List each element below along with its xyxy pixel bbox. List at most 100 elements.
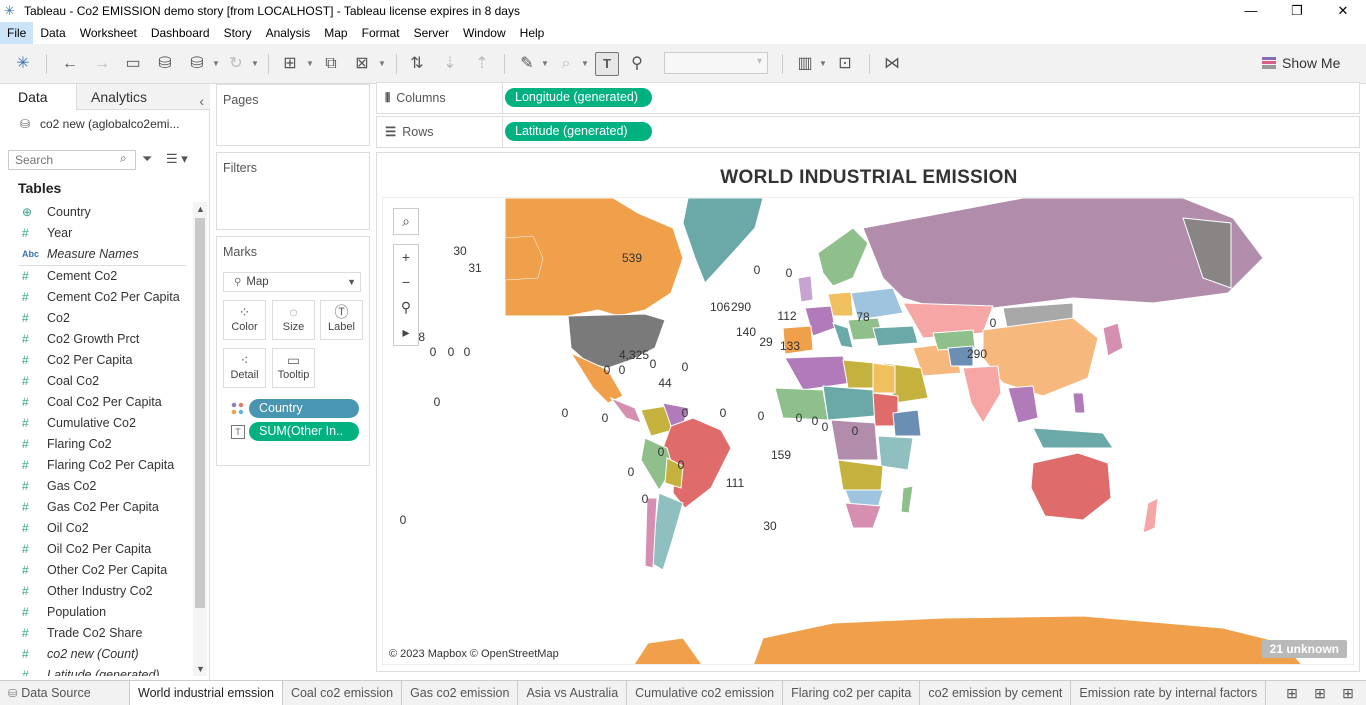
redo-icon[interactable]: → xyxy=(90,52,114,76)
unknown-indicator[interactable]: 21 unknown xyxy=(1261,640,1347,658)
chevron-down-icon[interactable]: ▼ xyxy=(211,52,221,76)
play-icon[interactable]: ▸ xyxy=(394,320,418,345)
field-item[interactable]: ⊕ Country xyxy=(0,202,192,223)
new-datasource-icon[interactable]: ⛁ xyxy=(153,52,177,76)
label-button[interactable]: Ⓣ Label xyxy=(320,300,363,340)
field-item[interactable]: # Cumulative Co2 xyxy=(0,413,192,434)
pin-icon[interactable]: ⚲ xyxy=(394,295,418,320)
search-input[interactable] xyxy=(8,150,136,170)
menu-story[interactable]: Story xyxy=(217,22,259,44)
close-button[interactable]: ✕ xyxy=(1320,0,1366,22)
field-item[interactable]: # Coal Co2 xyxy=(0,371,192,392)
field-item[interactable]: # Trade Co2 Share xyxy=(0,623,192,644)
refresh-icon[interactable]: ↻ xyxy=(224,52,248,76)
sheet-tab[interactable]: Asia vs Australia xyxy=(518,681,628,705)
chevron-down-icon[interactable]: ▼ xyxy=(818,52,828,76)
field-item[interactable]: # Oil Co2 Per Capita xyxy=(0,539,192,560)
duplicate-sheet-icon[interactable]: ⧉ xyxy=(319,52,343,76)
scroll-down-icon[interactable]: ▼ xyxy=(196,664,205,674)
pause-updates-icon[interactable]: ⛁ xyxy=(185,52,209,76)
mark-type-dropdown[interactable]: ⚲ Map ▼ xyxy=(223,272,361,292)
field-item[interactable]: # Co2 Growth Prct xyxy=(0,329,192,350)
zoom-out-icon[interactable]: − xyxy=(394,270,418,295)
map[interactable]: 082303153900106290112780140291331,014010… xyxy=(382,197,1354,665)
filter-icon[interactable]: ⏷ xyxy=(142,151,152,167)
field-item[interactable]: # Other Industry Co2 xyxy=(0,581,192,602)
save-icon[interactable]: ▭ xyxy=(121,52,145,76)
filters-card[interactable]: Filters xyxy=(216,152,370,230)
field-item[interactable]: # Gas Co2 xyxy=(0,476,192,497)
menu-map[interactable]: Map xyxy=(317,22,354,44)
longitude-pill[interactable]: Longitude (generated) xyxy=(505,88,652,107)
field-item[interactable]: # Cement Co2 Per Capita xyxy=(0,287,192,308)
field-item[interactable]: # Other Co2 Per Capita xyxy=(0,560,192,581)
presentation-mode-icon[interactable]: ⊡ xyxy=(833,52,857,76)
highlight-icon[interactable]: ✎ xyxy=(515,52,539,76)
sheet-tab[interactable]: Flaring co2 per capita xyxy=(783,681,921,705)
menu-analysis[interactable]: Analysis xyxy=(259,22,318,44)
sort-ascending-icon[interactable]: ⇣ xyxy=(438,52,462,76)
clear-sheet-icon[interactable]: ⊠ xyxy=(350,52,374,76)
field-item[interactable]: # Co2 xyxy=(0,308,192,329)
sheet-tab[interactable]: Coal co2 emission xyxy=(283,681,403,705)
chevron-down-icon[interactable]: ▼ xyxy=(305,52,315,76)
restore-button[interactable]: ❐ xyxy=(1274,0,1320,22)
collapse-pane-icon[interactable]: ‹ xyxy=(199,88,204,114)
sheet-tab[interactable]: Gas co2 emission xyxy=(402,681,519,705)
field-item[interactable]: # Oil Co2 xyxy=(0,518,192,539)
latitude-pill[interactable]: Latitude (generated) xyxy=(505,122,652,141)
new-worksheet-icon[interactable]: ⊞ xyxy=(278,52,302,76)
new-worksheet-icon[interactable]: ⊞ xyxy=(1278,681,1306,705)
tab-data[interactable]: Data xyxy=(0,84,76,110)
field-item[interactable]: # co2 new (Count) xyxy=(0,644,192,665)
menu-data[interactable]: Data xyxy=(33,22,72,44)
new-story-icon[interactable]: ⊞ xyxy=(1334,681,1362,705)
map-search-control[interactable]: ⌕ xyxy=(393,208,419,235)
menu-dashboard[interactable]: Dashboard xyxy=(144,22,217,44)
menu-file[interactable]: File xyxy=(0,22,34,44)
swap-rows-columns-icon[interactable]: ⇅ xyxy=(405,52,429,76)
show-cards-icon[interactable]: ▥ xyxy=(793,52,817,76)
fix-axes-icon[interactable]: ⚲ xyxy=(625,52,649,76)
field-item[interactable]: # Gas Co2 Per Capita xyxy=(0,497,192,518)
fit-dropdown[interactable] xyxy=(664,52,768,74)
field-item[interactable]: # Flaring Co2 xyxy=(0,434,192,455)
detail-button[interactable]: ⁖ Detail xyxy=(223,348,266,388)
undo-icon[interactable]: ← xyxy=(58,52,82,76)
world-map[interactable]: 082303153900106290112780140291331,014010… xyxy=(383,198,1354,665)
map-search-icon[interactable]: ⌕ xyxy=(394,209,418,234)
share-icon[interactable]: ⋈ xyxy=(880,52,904,76)
sort-descending-icon[interactable]: ⇡ xyxy=(470,52,494,76)
field-item[interactable]: # Population xyxy=(0,602,192,623)
minimize-button[interactable]: — xyxy=(1228,0,1274,22)
sheet-tab[interactable]: Cumulative co2 emission xyxy=(627,681,784,705)
tab-data-source[interactable]: ⛁ Data Source xyxy=(0,681,130,705)
sum-other-industry-pill[interactable]: SUM(Other In.. xyxy=(249,422,359,441)
view-options-icon[interactable]: ☰ ▾ xyxy=(166,151,188,167)
columns-shelf[interactable]: ⫴ Columns Longitude (generated) xyxy=(376,82,1360,114)
scrollbar-thumb[interactable] xyxy=(195,218,205,608)
show-me-button[interactable]: Show Me xyxy=(1262,52,1340,74)
group-members-icon[interactable]: ⌕ xyxy=(554,52,578,76)
chevron-down-icon[interactable]: ▼ xyxy=(580,52,590,76)
menu-help[interactable]: Help xyxy=(513,22,552,44)
field-list-scrollbar[interactable]: ▲ ▼ xyxy=(193,202,207,676)
show-mark-labels-icon[interactable]: T xyxy=(595,52,619,76)
color-button[interactable]: ⁘ Color xyxy=(223,300,266,340)
size-button[interactable]: ◌ Size xyxy=(272,300,315,340)
menu-format[interactable]: Format xyxy=(355,22,407,44)
tooltip-button[interactable]: ▭ Tooltip xyxy=(272,348,315,388)
datasource-item[interactable]: ⛁ co2 new (aglobalco2emi... xyxy=(20,117,179,131)
rows-shelf[interactable]: ☰ Rows Latitude (generated) xyxy=(376,116,1360,148)
zoom-in-icon[interactable]: + xyxy=(394,245,418,270)
chevron-down-icon[interactable]: ▼ xyxy=(540,52,550,76)
chevron-down-icon[interactable]: ▼ xyxy=(250,52,260,76)
country-pill[interactable]: Country xyxy=(249,399,359,418)
menu-window[interactable]: Window xyxy=(456,22,513,44)
field-item[interactable]: Abc Measure Names xyxy=(18,244,186,266)
tab-analytics[interactable]: Analytics ‹ xyxy=(76,84,210,110)
new-dashboard-icon[interactable]: ⊞ xyxy=(1306,681,1334,705)
scroll-up-icon[interactable]: ▲ xyxy=(196,204,205,214)
field-item[interactable]: # Latitude (generated) xyxy=(0,665,192,676)
field-item[interactable]: # Flaring Co2 Per Capita xyxy=(0,455,192,476)
